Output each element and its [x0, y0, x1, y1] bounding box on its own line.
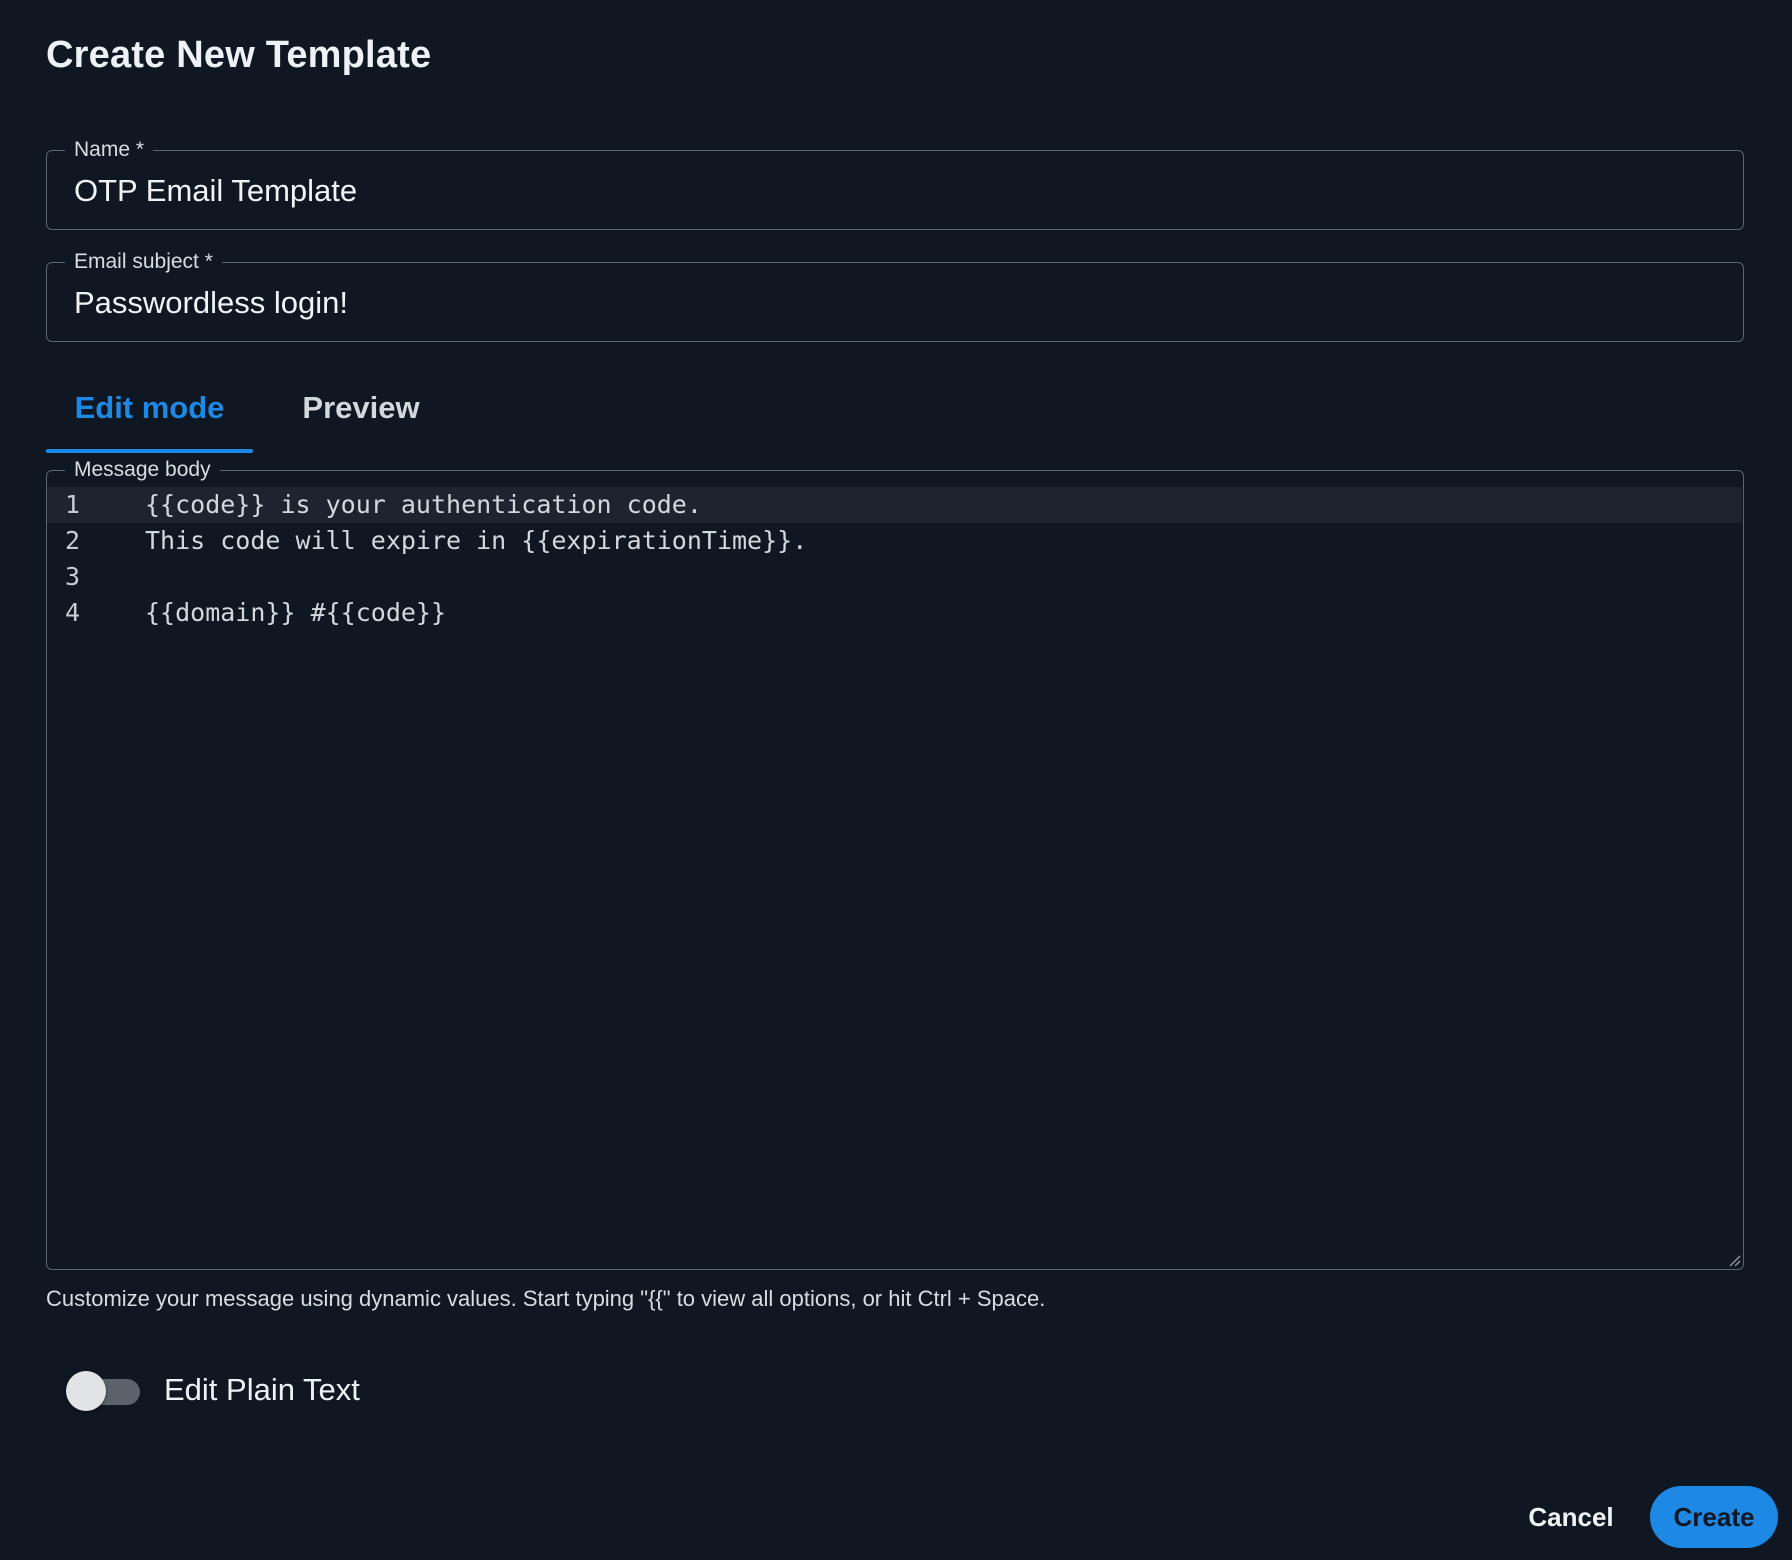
dialog-title: Create New Template: [46, 34, 432, 76]
code-line[interactable]: 3: [47, 559, 1742, 595]
line-number: 3: [65, 562, 81, 591]
message-body-editor[interactable]: Message body 1 {{code}} is your authenti…: [46, 457, 1744, 1270]
create-button[interactable]: Create: [1650, 1486, 1778, 1548]
name-input[interactable]: [74, 173, 1674, 209]
code-line[interactable]: 2 This code will expire in {{expirationT…: [47, 523, 1742, 559]
edit-plain-text-label: Edit Plain Text: [164, 1372, 360, 1407]
tab-edit-mode[interactable]: Edit mode: [46, 378, 253, 454]
cancel-button[interactable]: Cancel: [1516, 1486, 1626, 1548]
code-line[interactable]: 4 {{domain}} #{{code}}: [47, 595, 1742, 631]
name-field-label: Name *: [65, 137, 154, 163]
line-text[interactable]: This code will expire in {{expirationTim…: [145, 523, 807, 559]
code-line[interactable]: 1 {{code}} is your authentication code.: [47, 487, 1742, 523]
tab-preview[interactable]: Preview: [286, 378, 436, 454]
toggle-knob: [66, 1371, 106, 1411]
message-body-helper-text: Customize your message using dynamic val…: [46, 1286, 1046, 1311]
line-number: 1: [65, 490, 81, 519]
resize-handle-icon[interactable]: [1727, 1253, 1741, 1267]
edit-plain-text-toggle[interactable]: [66, 1370, 142, 1412]
create-template-dialog: Create New Template Name * Email subject…: [0, 0, 1792, 1560]
email-subject-input[interactable]: [74, 285, 1674, 321]
line-text[interactable]: {{domain}} #{{code}}: [145, 595, 446, 631]
line-text[interactable]: {{code}} is your authentication code.: [145, 487, 702, 523]
email-subject-field[interactable]: Email subject *: [46, 249, 1744, 342]
line-number: 2: [65, 526, 81, 555]
active-tab-indicator: [46, 449, 253, 453]
line-number: 4: [65, 598, 81, 627]
email-subject-field-label: Email subject *: [65, 249, 222, 275]
name-field[interactable]: Name *: [46, 137, 1744, 230]
message-body-label: Message body: [65, 457, 220, 483]
